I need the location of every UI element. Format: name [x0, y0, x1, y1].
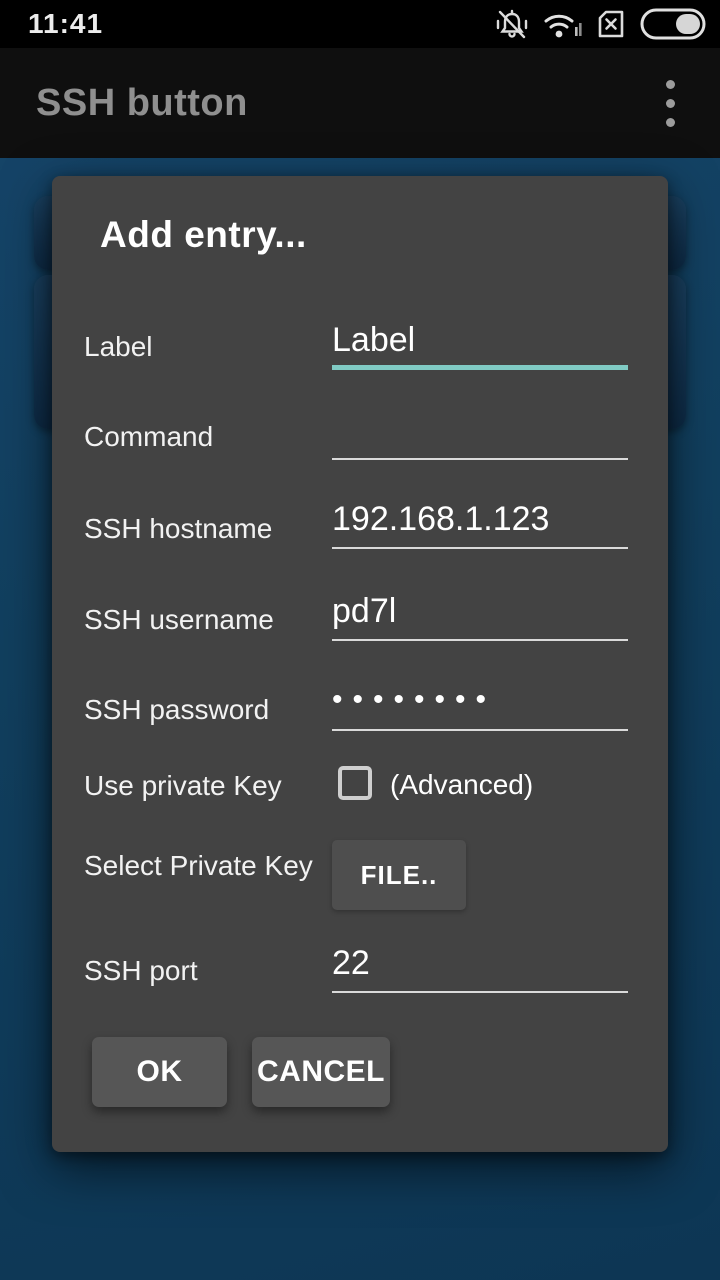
status-time: 11:41: [28, 8, 103, 40]
dialog-title: Add entry...: [100, 214, 307, 256]
cancel-button[interactable]: CANCEL: [252, 1037, 390, 1107]
notifications-muted-icon: [494, 7, 530, 41]
sim-missing-icon: [594, 7, 628, 41]
use-private-key-checkbox[interactable]: [338, 766, 372, 800]
status-bar: 11:41: [0, 0, 720, 48]
battery-icon: [640, 8, 706, 40]
status-icons: [494, 7, 706, 41]
port-input[interactable]: 22: [332, 935, 628, 993]
port-field-label: SSH port: [84, 951, 198, 991]
command-input[interactable]: [332, 402, 628, 460]
file-picker-button[interactable]: FILE..: [332, 840, 466, 910]
username-input[interactable]: pd7l: [332, 583, 628, 641]
add-entry-dialog: Add entry... Label Label Command SSH hos…: [52, 176, 668, 1152]
wifi-icon: [542, 7, 582, 41]
password-field-label: SSH password: [84, 690, 269, 730]
password-input[interactable]: ••••••••: [332, 673, 628, 731]
screen-background: 11:41: [0, 0, 720, 1280]
username-field-label: SSH username: [84, 600, 274, 640]
app-title: SSH button: [36, 82, 248, 125]
hostname-field-label: SSH hostname: [84, 509, 272, 549]
command-field-label: Command: [84, 417, 213, 457]
hostname-input[interactable]: 192.168.1.123: [332, 491, 628, 549]
overflow-menu-icon[interactable]: [646, 68, 694, 138]
label-field-label: Label: [84, 327, 153, 367]
use-private-key-label: Use private Key: [84, 766, 282, 806]
advanced-hint: (Advanced): [390, 766, 533, 804]
label-input[interactable]: Label: [332, 312, 628, 370]
app-bar: SSH button: [0, 48, 720, 158]
select-private-key-label: Select Private Key: [84, 846, 313, 886]
ok-button[interactable]: OK: [92, 1037, 227, 1107]
